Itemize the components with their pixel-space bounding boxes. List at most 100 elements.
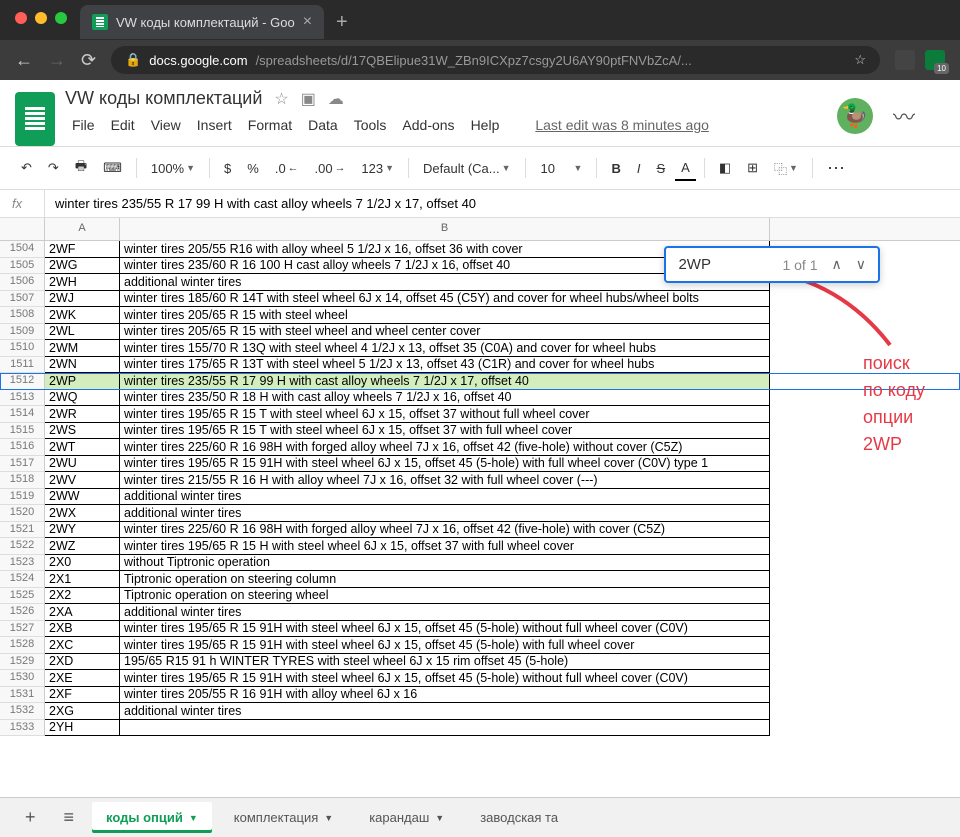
cell[interactable]: winter tires 195/65 R 15 H with steel wh… <box>120 538 770 555</box>
row-header[interactable]: 1521 <box>0 522 45 539</box>
font-size-dd[interactable]: ▼ <box>568 159 589 177</box>
cell[interactable]: 2WT <box>45 439 120 456</box>
table-row[interactable]: 15212WYwinter tires 225/60 R 16 98H with… <box>0 522 960 539</box>
table-row[interactable]: 15192WWadditional winter tires <box>0 489 960 506</box>
cell[interactable]: winter tires 235/55 R 17 99 H with cast … <box>120 373 770 390</box>
cell[interactable]: 2WN <box>45 357 120 374</box>
activity-icon[interactable]: 〰 <box>893 100 915 132</box>
nav-forward-icon[interactable]: → <box>48 50 66 71</box>
cell[interactable]: 2WS <box>45 423 120 440</box>
cell[interactable]: Tiptronic operation on steering column <box>120 571 770 588</box>
extension-icon[interactable] <box>895 50 915 70</box>
format-percent-button[interactable]: % <box>241 157 265 180</box>
cell[interactable]: 2WM <box>45 340 120 357</box>
cell[interactable]: 2XF <box>45 687 120 704</box>
print-button[interactable]: 🖶 <box>69 153 93 183</box>
cell[interactable]: additional winter tires <box>120 489 770 506</box>
table-row[interactable]: 15092WLwinter tires 205/65 R 15 with ste… <box>0 324 960 341</box>
cell[interactable]: additional winter tires <box>120 604 770 621</box>
italic-button[interactable]: I <box>631 157 647 180</box>
menu-insert[interactable]: Insert <box>190 113 239 137</box>
bold-button[interactable]: B <box>605 157 626 180</box>
cell[interactable]: 2XD <box>45 654 120 671</box>
cell[interactable]: 2WL <box>45 324 120 341</box>
cell[interactable]: winter tires 225/60 R 16 98H with forged… <box>120 439 770 456</box>
cell[interactable]: winter tires 225/60 R 16 98H with forged… <box>120 522 770 539</box>
menu-tools[interactable]: Tools <box>347 113 394 137</box>
row-header[interactable]: 1506 <box>0 274 45 291</box>
table-row[interactable]: 15142WRwinter tires 195/65 R 15 T with s… <box>0 406 960 423</box>
select-all-corner[interactable] <box>0 218 45 240</box>
menu-help[interactable]: Help <box>464 113 507 137</box>
cell[interactable]: 2WX <box>45 505 120 522</box>
table-row[interactable]: 15322XGadditional winter tires <box>0 703 960 720</box>
cell[interactable]: 2WZ <box>45 538 120 555</box>
cell[interactable]: winter tires 195/65 R 15 T with steel wh… <box>120 406 770 423</box>
cell[interactable]: 2WV <box>45 472 120 489</box>
nav-back-icon[interactable]: ← <box>15 50 33 71</box>
cell[interactable]: winter tires 195/65 R 15 91H with steel … <box>120 670 770 687</box>
menu-file[interactable]: File <box>65 113 102 137</box>
cell[interactable] <box>120 720 770 737</box>
row-header[interactable]: 1529 <box>0 654 45 671</box>
cell[interactable]: additional winter tires <box>120 703 770 720</box>
table-row[interactable]: 15112WNwinter tires 175/65 R 13T with st… <box>0 357 960 374</box>
row-header[interactable]: 1517 <box>0 456 45 473</box>
table-row[interactable]: 15232X0without Tiptronic operation <box>0 555 960 572</box>
move-icon[interactable]: ▣ <box>301 89 316 109</box>
cell[interactable]: without Tiptronic operation <box>120 555 770 572</box>
row-header[interactable]: 1504 <box>0 241 45 258</box>
row-header[interactable]: 1512 <box>0 373 45 390</box>
row-header[interactable]: 1519 <box>0 489 45 506</box>
table-row[interactable]: 15152WSwinter tires 195/65 R 15 T with s… <box>0 423 960 440</box>
spreadsheet-grid[interactable]: 15042WFwinter tires 205/55 R16 with allo… <box>0 241 960 741</box>
sheets-logo-icon[interactable] <box>15 92 55 146</box>
redo-button[interactable]: ↷ <box>42 156 65 180</box>
more-formats-button[interactable]: 123 ▼ <box>355 157 400 180</box>
fill-color-button[interactable]: ◧ <box>713 156 737 180</box>
table-row[interactable]: 15272XBwinter tires 195/65 R 15 91H with… <box>0 621 960 638</box>
cell[interactable]: 2XB <box>45 621 120 638</box>
menu-addons[interactable]: Add-ons <box>395 113 461 137</box>
user-avatar[interactable]: 🦆 <box>837 98 873 134</box>
row-header[interactable]: 1533 <box>0 720 45 737</box>
row-header[interactable]: 1530 <box>0 670 45 687</box>
table-row[interactable]: 15332YH <box>0 720 960 737</box>
format-currency-button[interactable]: $ <box>218 157 237 180</box>
browser-tab[interactable]: VW коды комплектаций - Goo × <box>80 5 324 39</box>
row-header[interactable]: 1531 <box>0 687 45 704</box>
cell[interactable]: 2YH <box>45 720 120 737</box>
decrease-decimal-button[interactable]: .0← <box>269 157 305 180</box>
table-row[interactable]: 15252X2Tiptronic operation on steering w… <box>0 588 960 605</box>
paint-format-button[interactable]: ⌨ <box>97 156 128 180</box>
cell[interactable]: winter tires 205/55 R 16 91H with alloy … <box>120 687 770 704</box>
cell[interactable]: winter tires 195/65 R 15 T with steel wh… <box>120 423 770 440</box>
cell[interactable]: winter tires 195/65 R 15 91H with steel … <box>120 637 770 654</box>
cell[interactable]: 2X0 <box>45 555 120 572</box>
cell[interactable]: winter tires 175/65 R 13T with steel whe… <box>120 357 770 374</box>
row-header[interactable]: 1520 <box>0 505 45 522</box>
sheet-tab[interactable]: комплектация ▼ <box>220 802 347 833</box>
nav-reload-icon[interactable]: ⟳ <box>81 50 96 71</box>
cell[interactable]: 2WK <box>45 307 120 324</box>
cell[interactable]: winter tires 195/65 R 15 91H with steel … <box>120 621 770 638</box>
cloud-icon[interactable]: ☁ <box>328 89 344 109</box>
table-row[interactable]: 15242X1Tiptronic operation on steering c… <box>0 571 960 588</box>
extension-icon[interactable]: 10 <box>925 50 945 70</box>
cell[interactable]: winter tires 205/65 R 15 with steel whee… <box>120 307 770 324</box>
row-header[interactable]: 1516 <box>0 439 45 456</box>
find-input[interactable] <box>678 256 768 273</box>
row-header[interactable]: 1509 <box>0 324 45 341</box>
find-prev-icon[interactable]: ∧ <box>832 256 842 273</box>
cell[interactable]: winter tires 215/55 R 16 H with alloy wh… <box>120 472 770 489</box>
table-row[interactable]: 15262XAadditional winter tires <box>0 604 960 621</box>
font-select[interactable]: Default (Ca... ▼ <box>417 157 517 180</box>
formula-input[interactable]: winter tires 235/55 R 17 99 H with cast … <box>45 190 960 217</box>
cell[interactable]: 2WF <box>45 241 120 258</box>
zoom-select[interactable]: 100% ▼ <box>145 157 201 180</box>
all-sheets-button[interactable]: ≡ <box>54 799 85 836</box>
cell[interactable]: 2XC <box>45 637 120 654</box>
row-header[interactable]: 1523 <box>0 555 45 572</box>
cell[interactable]: 2WW <box>45 489 120 506</box>
table-row[interactable]: 15222WZwinter tires 195/65 R 15 H with s… <box>0 538 960 555</box>
